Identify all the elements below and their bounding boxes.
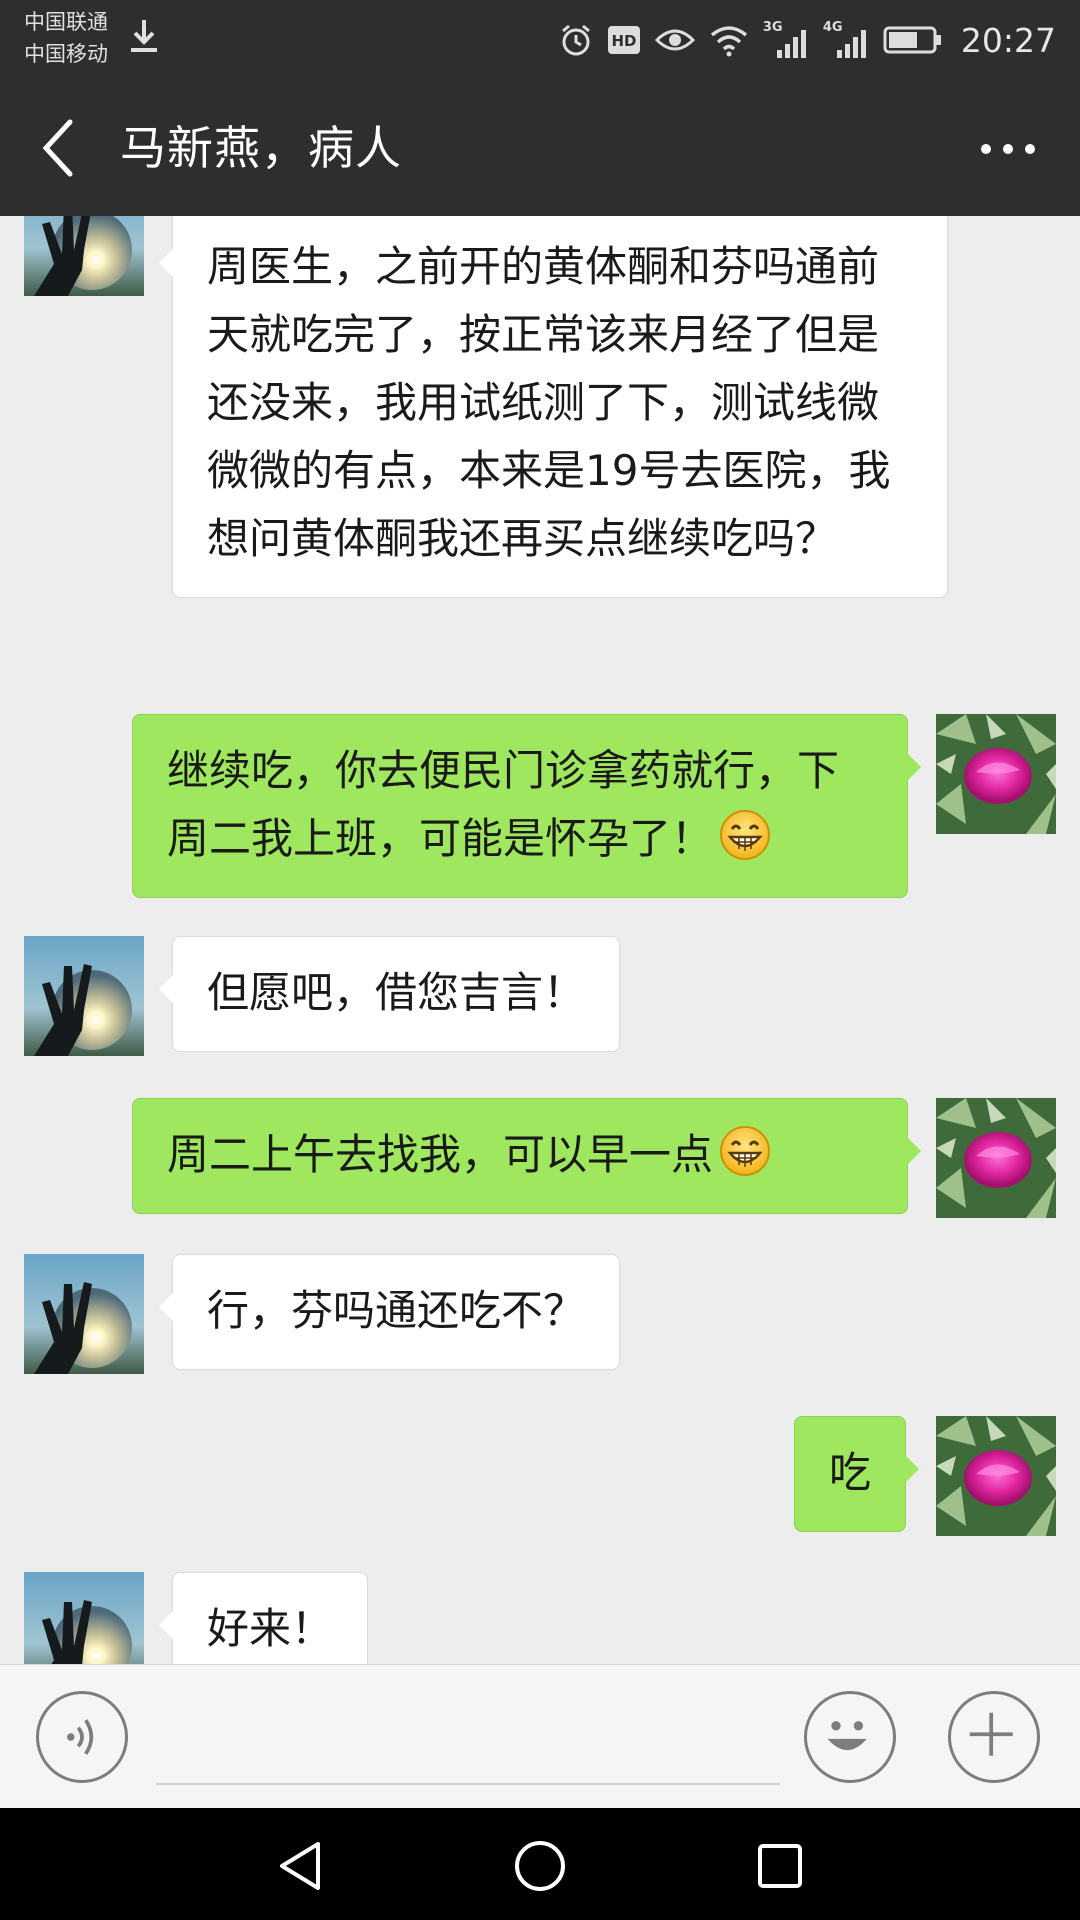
hd-icon: HD <box>607 26 640 54</box>
voice-icon <box>67 1719 94 1755</box>
status-bar: 中国联通 中国移动 HD 3G 4G 20:27 <box>0 0 1080 80</box>
signal-icon <box>776 30 806 58</box>
wifi-icon <box>710 26 748 57</box>
grin-emoji-icon <box>720 810 771 860</box>
signal-icon <box>836 30 866 58</box>
signal-4g: 4G <box>823 20 869 60</box>
message-text: 行，芬吗通还吃不？ <box>207 1286 586 1335</box>
chat-header: 马新燕，病人 <box>0 80 1080 216</box>
voice-button[interactable] <box>36 1691 128 1783</box>
plus-button[interactable] <box>948 1691 1040 1783</box>
emoji-icon <box>827 1721 867 1751</box>
hand-sun-avatar-image <box>24 936 144 1056</box>
carrier-1: 中国联通 <box>24 10 108 34</box>
my-avatar[interactable] <box>936 714 1056 834</box>
carrier-2: 中国移动 <box>24 42 108 66</box>
system-nav-bar <box>0 1808 1080 1920</box>
message-text: 好来！ <box>207 1604 334 1653</box>
svg-text:HD: HD <box>611 32 636 50</box>
contact-avatar[interactable] <box>24 1254 144 1374</box>
contact-avatar[interactable] <box>24 936 144 1056</box>
my-avatar[interactable] <box>936 1098 1056 1218</box>
alarm-icon <box>561 24 590 56</box>
my-avatar[interactable] <box>936 1416 1056 1536</box>
grin-emoji-icon <box>720 1126 771 1176</box>
chat-area[interactable]: 周医生，之前开的黄体酮和芬吗通前天就吃完了，按正常该来月经了但是还没来，我用试纸… <box>0 216 1080 1664</box>
eye-icon <box>654 29 695 51</box>
download-icon <box>131 20 157 52</box>
peony-avatar-image <box>936 1416 1056 1536</box>
clock: 20:27 <box>960 20 1056 60</box>
nav-home-icon[interactable] <box>510 1836 570 1896</box>
peony-avatar-image <box>936 1098 1056 1218</box>
signal-3g: 3G <box>763 20 809 60</box>
peony-avatar-image <box>936 714 1056 834</box>
message-input[interactable] <box>156 1783 780 1785</box>
message-bubble-incoming[interactable]: 但愿吧，借您吉言！ <box>158 936 621 1052</box>
nav-recents-icon[interactable] <box>750 1836 810 1896</box>
message-bubble-incoming[interactable]: 周医生，之前开的黄体酮和芬吗通前天就吃完了，按正常该来月经了但是还没来，我用试纸… <box>159 216 948 598</box>
hand-sun-avatar-image <box>24 1572 144 1664</box>
back-arrow-icon[interactable] <box>38 116 78 180</box>
message-text: 吃 <box>829 1448 872 1497</box>
message-bubble-incoming[interactable]: 行，芬吗通还吃不？ <box>158 1254 621 1370</box>
message-text: 但愿吧，借您吉言！ <box>207 968 586 1017</box>
plus-icon <box>969 1712 1013 1756</box>
battery-icon <box>883 26 941 54</box>
carrier-info: 中国联通 中国移动 <box>24 6 108 70</box>
message-bubble-outgoing[interactable]: 周二上午去找我，可以早一点 <box>132 1098 921 1214</box>
emoji-button[interactable] <box>804 1691 896 1783</box>
message-bubble-outgoing[interactable]: 继续吃，你去便民门诊拿药就行，下周二我上班，可能是怀孕了！ <box>132 714 921 898</box>
contact-avatar[interactable] <box>24 216 144 296</box>
contact-avatar[interactable] <box>24 1572 144 1664</box>
message-text: 周医生，之前开的黄体酮和芬吗通前天就吃完了，按正常该来月经了但是还没来，我用试纸… <box>207 242 891 563</box>
more-dots-icon[interactable] <box>976 134 1040 164</box>
hand-sun-avatar-image <box>24 216 144 296</box>
nav-back-icon[interactable] <box>270 1836 330 1896</box>
message-bubble-incoming[interactable]: 好来！ <box>158 1572 369 1664</box>
message-text: 周二上午去找我，可以早一点 <box>167 1130 714 1179</box>
input-bar <box>0 1664 1080 1809</box>
hand-sun-avatar-image <box>24 1254 144 1374</box>
chat-title: 马新燕，病人 <box>120 121 402 175</box>
message-bubble-outgoing[interactable]: 吃 <box>794 1416 920 1532</box>
status-icons: HD 3G 4G 20:27 <box>559 12 1056 68</box>
